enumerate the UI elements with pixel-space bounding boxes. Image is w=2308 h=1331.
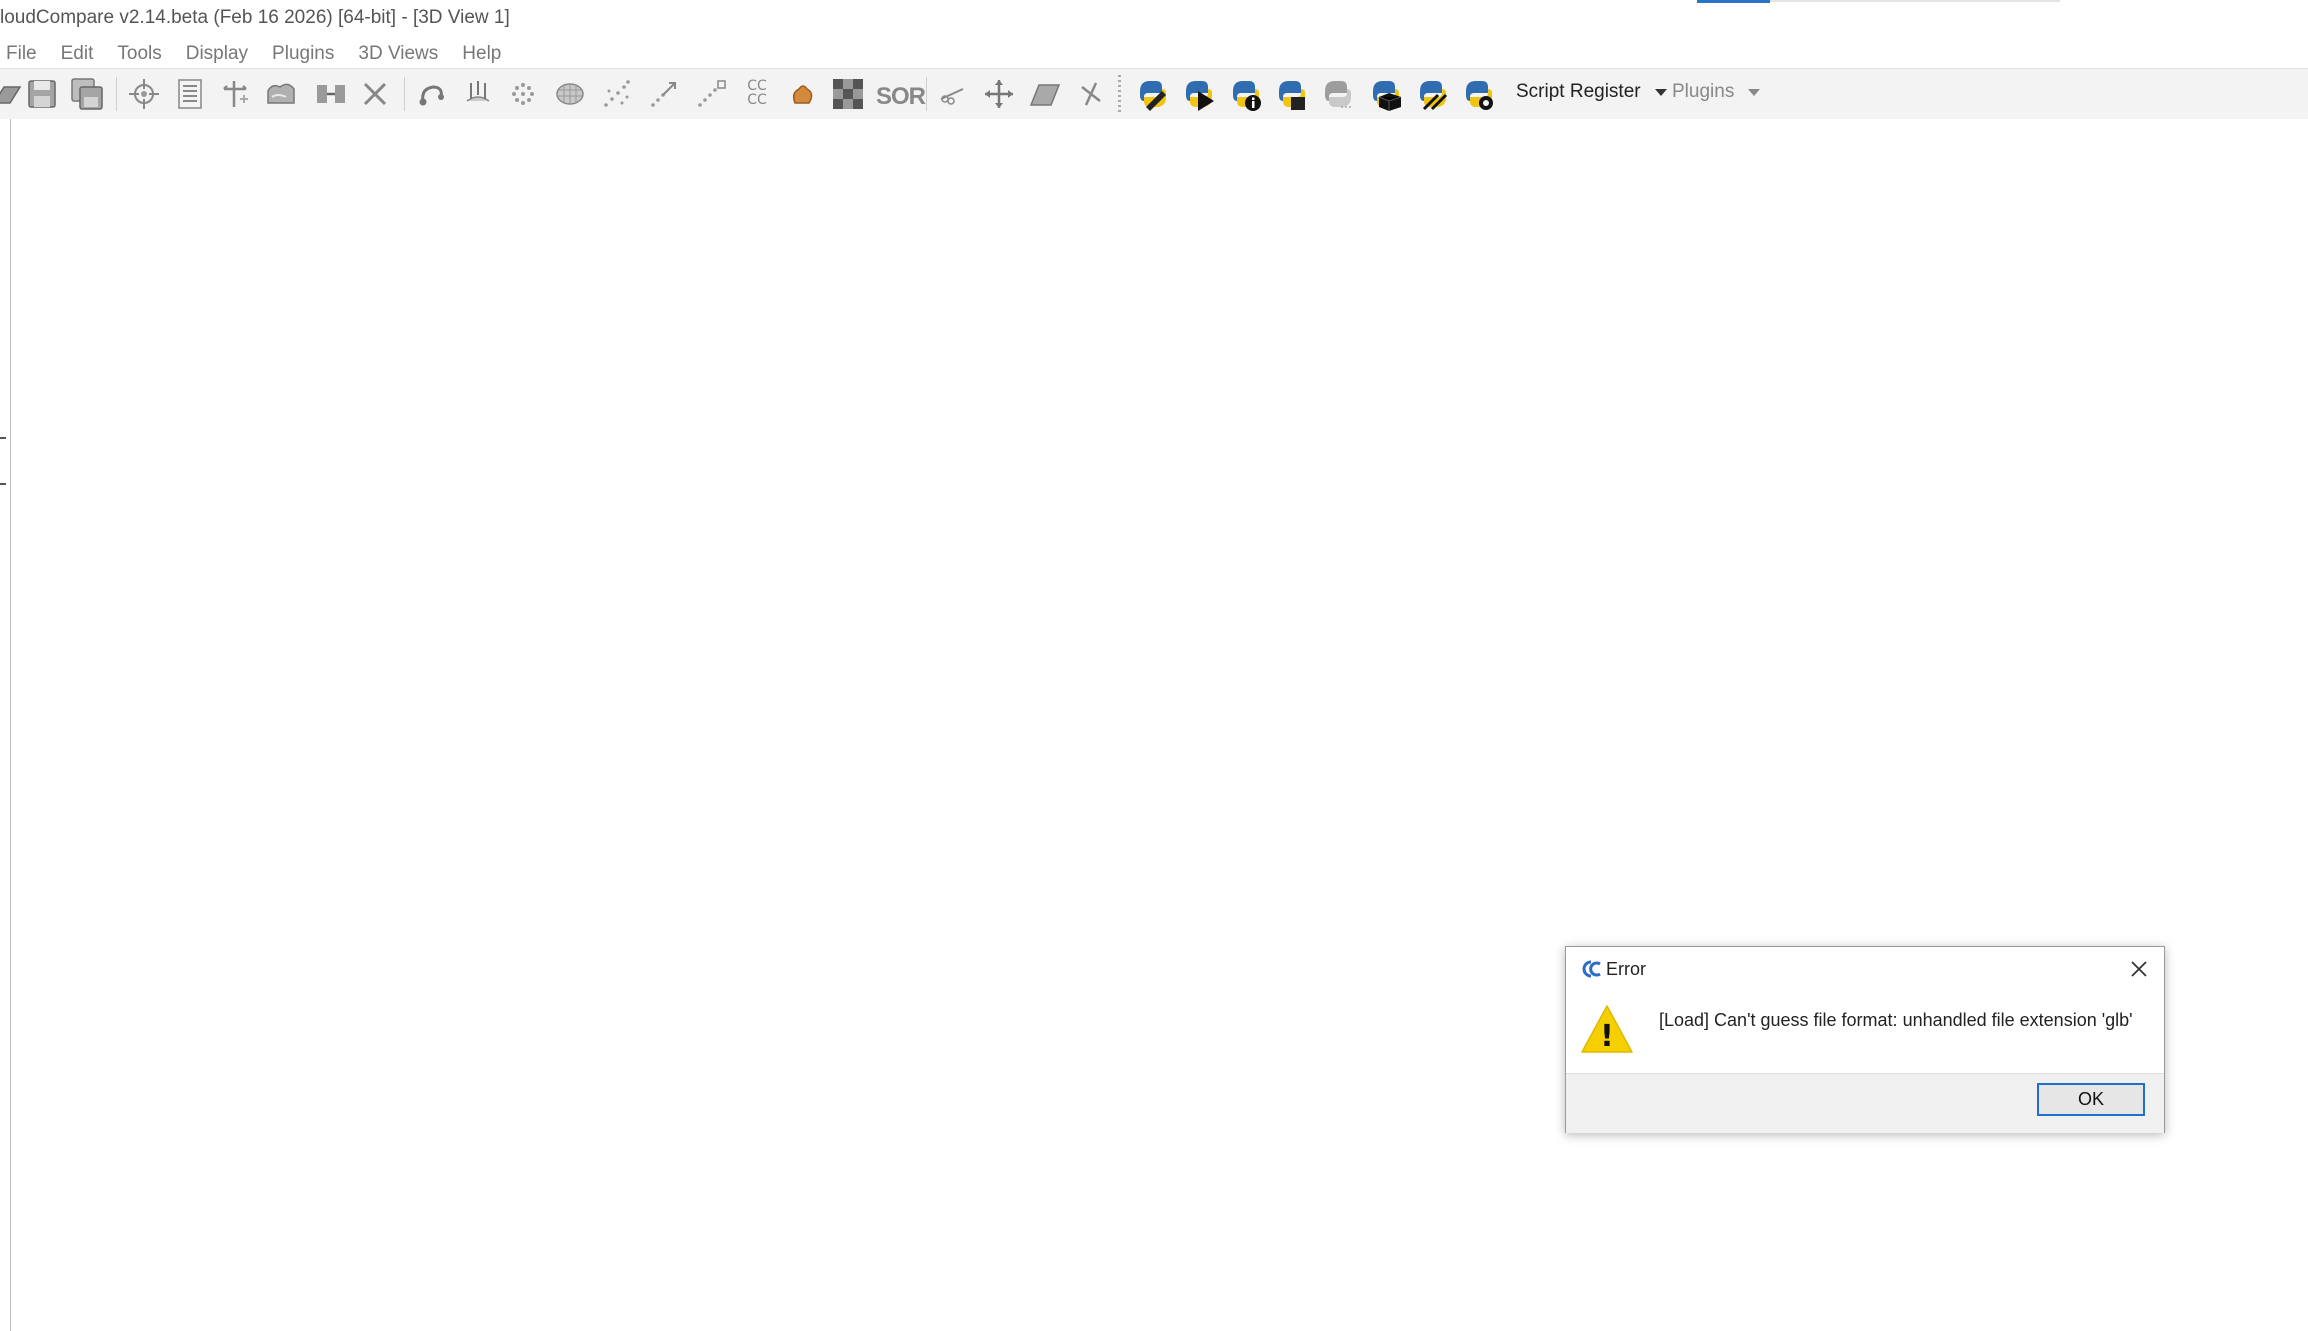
clone-icon[interactable] [264, 77, 298, 111]
python-edit-icon[interactable] [1136, 77, 1170, 111]
menu-3d-views[interactable]: 3D Views [346, 43, 450, 65]
noise-filter-icon[interactable] [600, 77, 634, 111]
translate-rotate-icon[interactable] [218, 77, 252, 111]
menu-edit[interactable]: Edit [49, 43, 106, 65]
menu-bar: File Edit Tools Display Plugins 3D Views… [0, 40, 2308, 68]
sample-points-icon[interactable] [415, 77, 449, 111]
left-panel-edge[interactable] [10, 119, 11, 1331]
save-all-icon[interactable] [70, 77, 104, 111]
connected-components-icon[interactable]: CC CC [740, 79, 774, 113]
script-register-label: Script Register [1516, 81, 1641, 102]
merge-icon[interactable] [314, 77, 348, 111]
menu-help[interactable]: Help [450, 43, 513, 65]
delete-icon[interactable] [358, 77, 392, 111]
window-title: loudCompare v2.14.beta (Feb 16 2026) [64… [0, 7, 510, 28]
cloudcompare-logo-icon [1582, 960, 1601, 978]
ok-button[interactable]: OK [2037, 1083, 2145, 1116]
segment-icon[interactable] [935, 77, 969, 111]
menu-display[interactable]: Display [174, 43, 260, 65]
raster-icon[interactable] [831, 77, 865, 111]
save-icon[interactable] [25, 77, 59, 111]
cc-label: CC [747, 78, 767, 94]
menu-tools[interactable]: Tools [105, 43, 173, 65]
open-icon[interactable] [0, 77, 24, 111]
3d-view[interactable] [0, 119, 2308, 1331]
color-scale-icon[interactable] [785, 77, 819, 111]
title-divider [1770, 0, 2060, 2]
align-icon[interactable] [694, 77, 728, 111]
menu-file[interactable]: File [0, 43, 49, 65]
title-bar: loudCompare v2.14.beta (Feb 16 2026) [64… [0, 0, 2308, 40]
python-repl-icon[interactable] [1321, 77, 1355, 111]
script-register-dropdown[interactable]: Script Register [1516, 81, 1667, 103]
edge-marker [0, 483, 6, 485]
chevron-down-icon [1748, 88, 1761, 96]
density-icon[interactable] [506, 77, 540, 111]
python-info-icon[interactable] [1229, 77, 1263, 111]
cross-section-icon[interactable] [1074, 77, 1108, 111]
properties-list-icon[interactable] [173, 77, 207, 111]
main-toolbar: CC CC SOR Script Register Plugins [0, 68, 2308, 120]
register-icon[interactable] [647, 77, 681, 111]
cc-label: CC [747, 92, 767, 108]
python-settings-icon[interactable] [1462, 77, 1496, 111]
mesh-icon[interactable] [553, 77, 587, 111]
dialog-message: [Load] Can't guess file format: unhandle… [1659, 1010, 2133, 1030]
python-package-icon[interactable] [1275, 77, 1309, 111]
warning-icon: ! [1581, 1005, 1633, 1054]
sor-filter-icon[interactable]: SOR [876, 83, 926, 117]
move-icon[interactable] [982, 77, 1016, 111]
plugins-dropdown[interactable]: Plugins [1672, 81, 1761, 103]
toolbar-separator [926, 77, 927, 111]
close-icon[interactable] [2127, 957, 2151, 981]
dialog-title: Error [1606, 959, 1646, 979]
edge-marker [0, 437, 6, 439]
title-accent-bar [1697, 0, 1770, 3]
plugins-label: Plugins [1672, 81, 1735, 102]
python-batch-icon[interactable] [1369, 77, 1403, 111]
toolbar-separator [116, 77, 117, 111]
point-picking-icon[interactable] [127, 77, 161, 111]
toolbar-separator [404, 77, 405, 111]
chevron-down-icon [1654, 88, 1667, 96]
error-dialog: Error ! [Load] Can't guess file format: … [1565, 946, 2165, 1133]
menu-plugins[interactable]: Plugins [260, 43, 346, 65]
normals-icon[interactable] [461, 77, 495, 111]
warning-symbol: ! [1600, 1019, 1614, 1054]
python-jump-icon[interactable] [1416, 77, 1450, 111]
toolbar-handle[interactable] [1118, 75, 1121, 113]
dialog-title-bar: Error [1566, 947, 2164, 987]
plane-fit-icon[interactable] [1027, 77, 1061, 111]
python-run-icon[interactable] [1182, 77, 1216, 111]
